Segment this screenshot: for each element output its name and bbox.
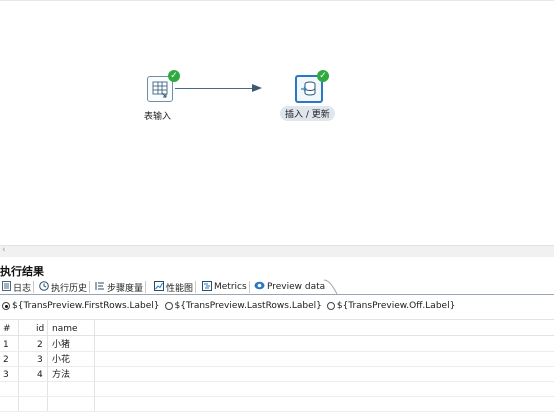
tab-separator bbox=[89, 281, 91, 293]
log-icon bbox=[2, 280, 11, 294]
tab-label: Preview data bbox=[267, 282, 326, 292]
table-header-row: # id name bbox=[0, 322, 554, 336]
cell-index: 3 bbox=[3, 370, 9, 380]
results-tab-bar: 日志 执行历史 步骤度量 性能图 Metrics Preview data bbox=[0, 279, 554, 295]
cell-index: 2 bbox=[3, 355, 9, 365]
panel-title: 执行结果 bbox=[0, 265, 44, 278]
table-row[interactable]: 1 2 小猪 bbox=[0, 338, 554, 352]
tab-step-metrics[interactable]: 步骤度量 bbox=[95, 280, 147, 294]
execution-results-panel: 执行结果 日志 执行历史 步骤度量 性能图 Metrics Preview da… bbox=[0, 257, 554, 412]
performance-graph-icon bbox=[154, 280, 164, 294]
cell-id: 2 bbox=[37, 340, 43, 350]
column-header-index[interactable]: # bbox=[3, 322, 11, 336]
cell-name: 方法 bbox=[52, 370, 71, 380]
radio-last-rows[interactable]: ${TransPreview.LastRows.Label} bbox=[164, 301, 322, 311]
step-label: 表输入 bbox=[144, 112, 172, 122]
step-label: 插入 / 更新 bbox=[280, 106, 335, 121]
tab-history[interactable]: 执行历史 bbox=[39, 280, 91, 294]
history-icon bbox=[39, 280, 49, 294]
preview-eye-icon bbox=[254, 281, 265, 293]
cell-index: 1 bbox=[3, 340, 9, 350]
tab-performance-graph[interactable]: 性能图 bbox=[154, 280, 197, 294]
preview-mode-radio-group: ${TransPreview.FirstRows.Label} ${TransP… bbox=[0, 299, 460, 313]
tab-label: 执行历史 bbox=[51, 283, 88, 294]
radio-off[interactable]: ${TransPreview.Off.Label} bbox=[326, 301, 456, 311]
canvas-horizontal-scrollbar[interactable]: ‹ bbox=[0, 245, 554, 257]
table-row[interactable]: 2 3 小花 bbox=[0, 353, 554, 367]
success-check-icon: ✓ bbox=[168, 70, 180, 82]
success-check-icon: ✓ bbox=[317, 70, 329, 82]
tab-label: 性能图 bbox=[166, 283, 194, 294]
tab-separator bbox=[145, 281, 147, 293]
radio-indicator bbox=[164, 302, 173, 310]
tab-separator bbox=[195, 281, 197, 293]
radio-indicator bbox=[2, 302, 10, 310]
transformation-canvas[interactable]: ✓ 表输入 ✓ 插入 / 更新 bbox=[0, 0, 554, 245]
empty-row bbox=[0, 383, 554, 397]
active-tab-edge bbox=[324, 279, 338, 295]
tab-label: Metrics bbox=[214, 282, 247, 292]
radio-label: ${TransPreview.Off.Label} bbox=[336, 301, 456, 311]
cell-id: 4 bbox=[37, 370, 43, 380]
tab-label: 步骤度量 bbox=[107, 283, 144, 294]
hop-arrow-icon bbox=[252, 84, 262, 92]
cell-name: 小花 bbox=[52, 355, 71, 365]
scroll-left-icon[interactable]: ‹ bbox=[2, 245, 6, 255]
tab-preview-data[interactable]: Preview data bbox=[254, 280, 326, 294]
canvas-top-border bbox=[0, 0, 554, 1]
tab-separator bbox=[33, 281, 35, 293]
metrics-icon bbox=[202, 280, 212, 294]
radio-label: ${TransPreview.LastRows.Label} bbox=[174, 301, 322, 311]
radio-first-rows[interactable]: ${TransPreview.FirstRows.Label} bbox=[2, 301, 160, 311]
radio-indicator bbox=[326, 302, 335, 310]
tab-metrics[interactable]: Metrics bbox=[202, 280, 250, 294]
cell-name: 小猪 bbox=[52, 340, 71, 350]
empty-row bbox=[0, 398, 554, 412]
table-row[interactable]: 3 4 方法 bbox=[0, 368, 554, 382]
column-header-name[interactable]: name bbox=[52, 322, 78, 336]
cell-id: 3 bbox=[37, 355, 43, 365]
step-metrics-icon bbox=[95, 281, 105, 294]
preview-data-table: # id name 1 2 小猪 2 3 小花 3 4 方法 bbox=[0, 319, 554, 412]
hop-line[interactable] bbox=[175, 88, 253, 89]
column-header-id[interactable]: id bbox=[36, 322, 44, 336]
tab-log[interactable]: 日志 bbox=[2, 280, 35, 294]
tab-label: 日志 bbox=[13, 283, 32, 294]
tab-separator bbox=[248, 281, 250, 293]
radio-label: ${TransPreview.FirstRows.Label} bbox=[12, 301, 160, 311]
